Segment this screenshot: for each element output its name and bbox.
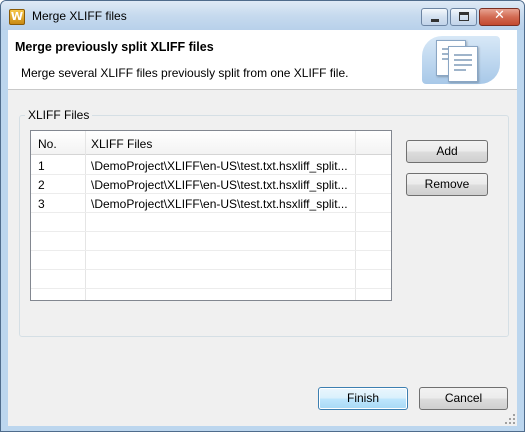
page-description: Merge several XLIFF files previously spl… (21, 66, 349, 80)
row-number: 2 (38, 178, 45, 192)
table-row[interactable]: 2 \DemoProject\XLIFF\en-US\test.txt.hsxl… (31, 175, 391, 194)
close-icon: ✕ (494, 8, 505, 23)
app-icon: W (9, 9, 25, 25)
close-button[interactable]: ✕ (479, 8, 520, 26)
group-label: XLIFF Files (25, 108, 93, 122)
resize-grip-icon[interactable] (505, 414, 515, 424)
file-path: \DemoProject\XLIFF\en-US\test.txt.hsxlif… (91, 178, 348, 192)
window-title: Merge XLIFF files (32, 9, 127, 23)
row-number: 1 (38, 159, 45, 173)
add-button[interactable]: Add (406, 140, 488, 163)
maximize-button[interactable] (450, 8, 477, 26)
title-bar[interactable]: W Merge XLIFF files ✕ (1, 1, 524, 30)
empty-row (31, 213, 391, 232)
page-title: Merge previously split XLIFF files (15, 40, 214, 54)
finish-button[interactable]: Finish (318, 387, 408, 410)
empty-row (31, 251, 391, 270)
documents-banner-icon (422, 32, 500, 86)
document-icon (448, 46, 478, 82)
empty-row (31, 270, 391, 289)
remove-button[interactable]: Remove (406, 173, 488, 196)
empty-row (31, 232, 391, 251)
file-path: \DemoProject\XLIFF\en-US\test.txt.hsxlif… (91, 159, 348, 173)
table-row[interactable]: 1 \DemoProject\XLIFF\en-US\test.txt.hsxl… (31, 156, 391, 175)
cancel-button[interactable]: Cancel (419, 387, 508, 410)
file-path: \DemoProject\XLIFF\en-US\test.txt.hsxlif… (91, 197, 348, 211)
table-row[interactable]: 3 \DemoProject\XLIFF\en-US\test.txt.hsxl… (31, 194, 391, 213)
wizard-header: Merge previously split XLIFF files Merge… (8, 30, 517, 90)
column-header-no[interactable]: No. (38, 137, 57, 151)
dialog-client-area: Merge previously split XLIFF files Merge… (8, 30, 517, 426)
dialog-window: W Merge XLIFF files ✕ Merge previously s… (0, 0, 525, 432)
column-header-xliff-files[interactable]: XLIFF Files (91, 137, 152, 151)
minimize-icon (431, 19, 439, 22)
xliff-files-table[interactable]: No. XLIFF Files 1 \DemoProject\XLIFF\en-… (30, 130, 392, 301)
row-number: 3 (38, 197, 45, 211)
maximize-icon (459, 12, 469, 21)
minimize-button[interactable] (421, 8, 448, 26)
